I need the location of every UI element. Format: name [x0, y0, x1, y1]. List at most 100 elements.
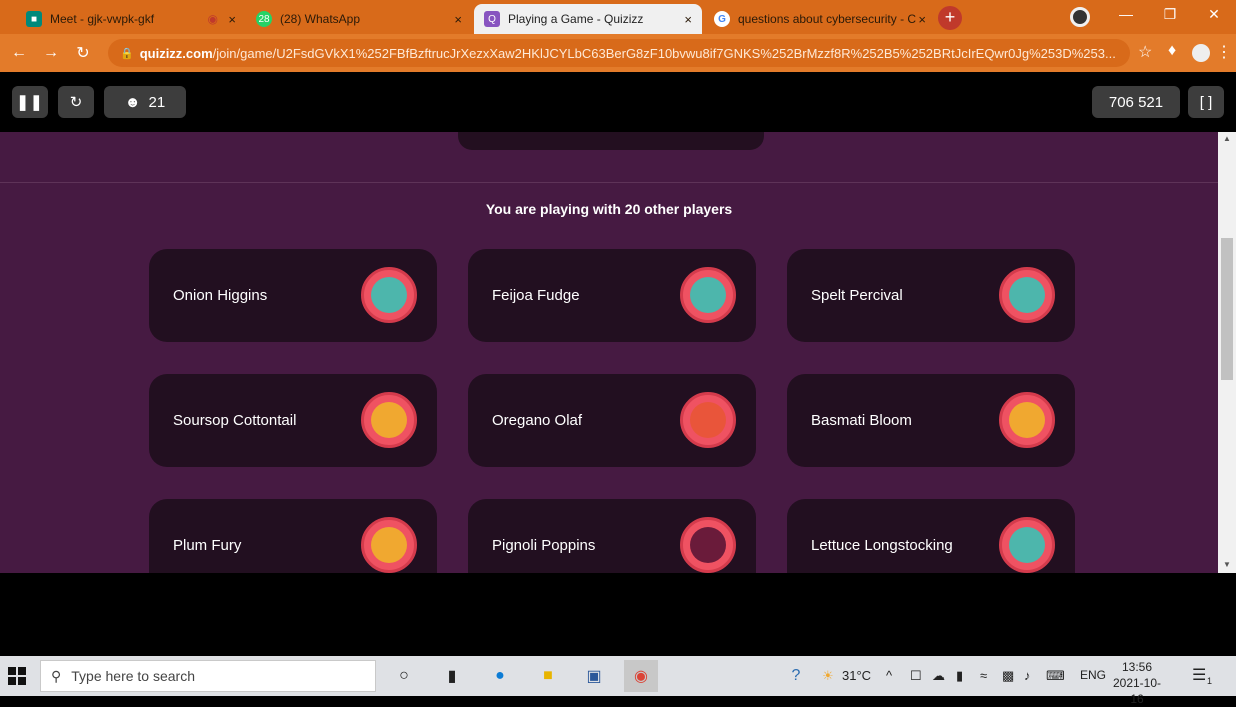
player-name: Feijoa Fudge: [492, 287, 580, 304]
player-card: Soursop Cottontail: [149, 374, 437, 467]
player-card: Onion Higgins: [149, 249, 437, 342]
tab-whatsapp[interactable]: 28 (28) WhatsApp ×: [246, 4, 472, 34]
language-indicator[interactable]: ENG: [1080, 668, 1106, 682]
player-name: Basmati Bloom: [811, 412, 912, 429]
weather-temperature[interactable]: 31°C: [842, 668, 871, 683]
notification-count: 1: [1207, 676, 1213, 686]
players-icon: ☻: [124, 93, 141, 111]
player-card: Pignoli Poppins: [468, 499, 756, 573]
previous-card: [458, 132, 764, 150]
players-heading: You are playing with 20 other players: [485, 201, 733, 217]
windows-taskbar: ⚲ Type here to search ○ ▮ ● ■ ▣ ◉ ? ☀ 31…: [0, 656, 1236, 706]
menu-kebab-icon[interactable]: ⋮: [1216, 42, 1232, 62]
page-scrollbar[interactable]: ▲ ▼: [1218, 132, 1236, 573]
profile-icon[interactable]: [1070, 7, 1090, 27]
close-tab-icon[interactable]: ×: [228, 12, 236, 27]
taskbar-clock[interactable]: 13:56 2021-10-16: [1112, 659, 1162, 707]
tab-whatsapp-label: (28) WhatsApp: [280, 12, 361, 26]
jar-avatar-icon: [361, 267, 417, 323]
scroll-down-arrow-icon[interactable]: ▼: [1218, 560, 1236, 569]
word-icon[interactable]: ▣: [582, 664, 606, 688]
sneaker-avatar-icon: [999, 517, 1055, 573]
taskbar-search-box[interactable]: ⚲ Type here to search: [40, 660, 376, 692]
clock-time: 13:56: [1121, 660, 1153, 674]
browser-toolbar: ← → ↻ 🔒 quizizz.com /join/game/U2FsdGVkX…: [0, 34, 1236, 72]
player-card: Oregano Olaf: [468, 374, 756, 467]
player-name: Onion Higgins: [173, 287, 268, 304]
mustache-avatar-icon: [680, 517, 736, 573]
back-arrow-icon[interactable]: ←: [6, 44, 32, 62]
zoooop-avatar-icon: [680, 267, 736, 323]
onedrive-icon[interactable]: ☁: [932, 668, 945, 684]
pineapple-avatar-icon: [361, 517, 417, 573]
url-domain: quizizz.com: [139, 45, 213, 61]
sneaker-avatar-icon: [999, 267, 1055, 323]
refresh-button[interactable]: ↻: [58, 86, 94, 118]
search-placeholder: Type here to search: [71, 668, 196, 684]
players-button[interactable]: ☻ 21: [104, 86, 186, 118]
skateboard-avatar-icon: [999, 392, 1055, 448]
player-name: Plum Fury: [173, 537, 242, 554]
tab-meet[interactable]: ■ Meet - gjk-vwpk-gkf ◉ ×: [16, 4, 246, 34]
close-tab-icon[interactable]: ×: [684, 12, 692, 27]
close-tab-icon[interactable]: ×: [918, 12, 926, 27]
scrollbar-thumb[interactable]: [1221, 238, 1233, 380]
battery-icon[interactable]: ▩: [1002, 668, 1014, 684]
file-explorer-icon[interactable]: ■: [536, 664, 560, 688]
fullscreen-button[interactable]: [ ]: [1188, 86, 1224, 118]
microphone-icon[interactable]: ▮: [956, 668, 963, 684]
divider: [0, 182, 1218, 183]
tray-chevron-icon[interactable]: ^: [886, 668, 892, 683]
edge-icon[interactable]: ●: [488, 664, 512, 688]
task-view-icon[interactable]: ▮: [440, 664, 464, 688]
fullscreen-icon: [ ]: [1199, 93, 1213, 111]
player-card: Plum Fury: [149, 499, 437, 573]
players-count: 21: [148, 93, 166, 111]
tab-google-search[interactable]: G questions about cybersecurity - С ×: [704, 4, 936, 34]
new-tab-button[interactable]: +: [938, 6, 962, 30]
search-icon: ⚲: [51, 667, 62, 684]
help-icon[interactable]: ?: [784, 664, 808, 688]
forward-arrow-icon[interactable]: →: [38, 44, 64, 62]
player-name: Oregano Olaf: [492, 412, 583, 429]
cortana-icon[interactable]: ○: [392, 664, 416, 688]
chrome-icon[interactable]: ◉: [624, 660, 658, 692]
tab-quizizz[interactable]: Q Playing a Game - Quizizz ×: [474, 4, 702, 34]
player-name: Lettuce Longstocking: [811, 537, 953, 554]
player-name: Pignoli Poppins: [492, 537, 596, 554]
tab-quizizz-label: Playing a Game - Quizizz: [508, 12, 644, 26]
restore-button[interactable]: ❐: [1148, 0, 1192, 30]
player-name: Spelt Percival: [811, 287, 903, 304]
keyboard-icon[interactable]: ⌨: [1046, 668, 1065, 684]
url-path: /join/game/U2FsdGVkX1%252FBfBzftrucJrXez…: [212, 45, 1116, 61]
address-bar[interactable]: 🔒 quizizz.com /join/game/U2FsdGVkX1%252F…: [108, 39, 1130, 67]
game-code: 706 521: [1092, 86, 1180, 118]
account-avatar[interactable]: [1192, 44, 1210, 62]
tab-google-label: questions about cybersecurity - С: [738, 12, 917, 26]
reload-icon[interactable]: ↻: [70, 43, 96, 63]
camera-avatar-icon: [680, 392, 736, 448]
lightbulb-avatar-icon: [361, 392, 417, 448]
bookmark-star-icon[interactable]: ☆: [1138, 42, 1152, 62]
meet-tray-icon[interactable]: ☐: [910, 668, 922, 684]
volume-icon[interactable]: ♪: [1024, 668, 1031, 683]
quiz-top-bar: ❚❚ ↻ ☻ 21 706 521 [ ]: [0, 72, 1236, 132]
refresh-icon: ↻: [69, 94, 83, 111]
close-tab-icon[interactable]: ×: [454, 12, 462, 27]
pause-button[interactable]: ❚❚: [12, 86, 48, 118]
notification-icon[interactable]: ☰: [1192, 665, 1206, 685]
scroll-up-arrow-icon[interactable]: ▲: [1218, 134, 1236, 143]
meet-icon: ■: [26, 11, 42, 27]
close-window-button[interactable]: ✕: [1192, 0, 1236, 30]
lock-icon: 🔒: [120, 47, 134, 60]
wifi-icon[interactable]: ≈: [980, 668, 987, 683]
tab-meet-label: Meet - gjk-vwpk-gkf: [50, 12, 155, 26]
extensions-icon[interactable]: ♦: [1168, 42, 1176, 60]
clock-date: 2021-10-16: [1112, 676, 1162, 706]
game-area: You are playing with 20 other players On…: [0, 132, 1218, 573]
minimize-button[interactable]: —: [1104, 0, 1148, 30]
windows-start-icon[interactable]: [8, 667, 26, 685]
pause-icon: ❚❚: [16, 94, 44, 111]
google-icon: G: [714, 11, 730, 27]
browser-tab-strip: ■ Meet - gjk-vwpk-gkf ◉ × 28 (28) WhatsA…: [0, 0, 1236, 34]
